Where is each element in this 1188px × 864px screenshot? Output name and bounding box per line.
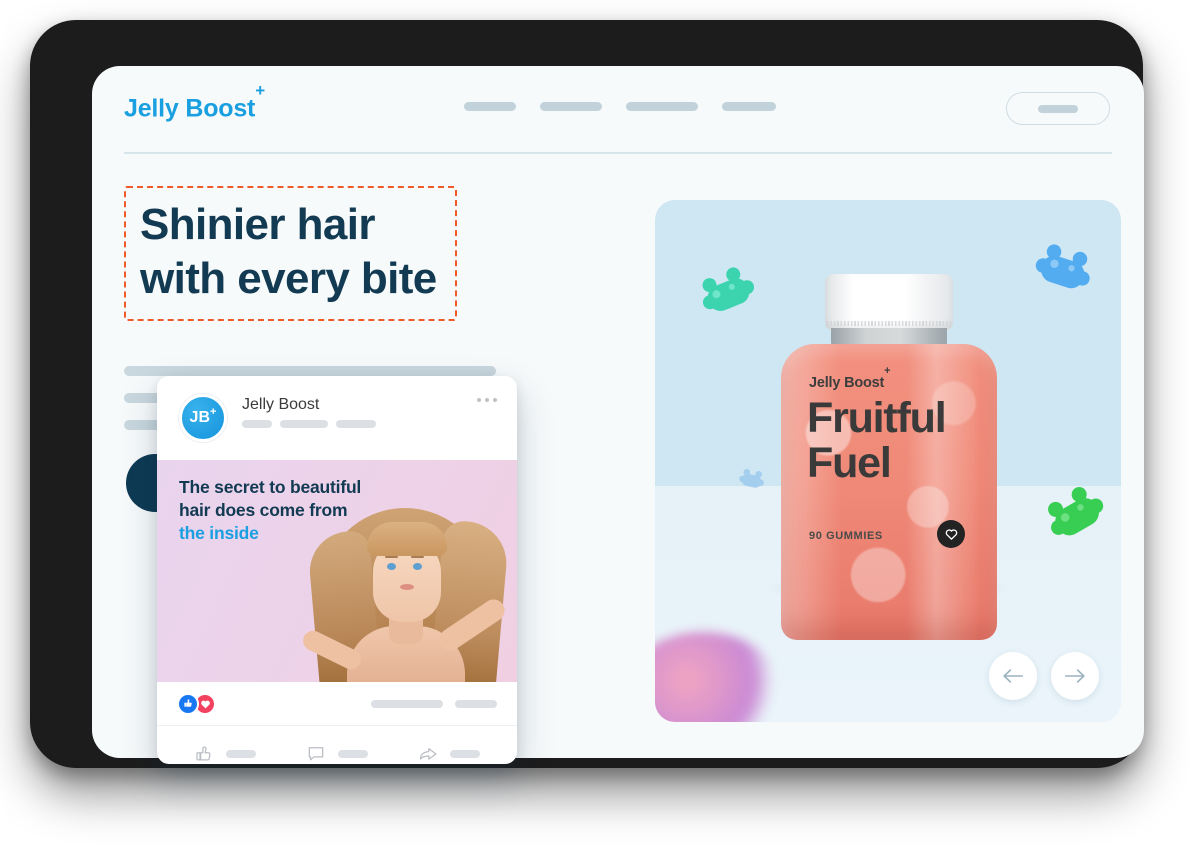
- avatar-superscript: +: [210, 405, 217, 418]
- header-cta-label-placeholder: [1038, 104, 1078, 113]
- hero-body-line-1: [124, 366, 496, 376]
- screenshot-stage: Jelly Boost+ Shinier hair with every bit…: [0, 0, 1188, 864]
- bottle-count: 90 GUMMIES: [809, 530, 883, 542]
- thumbs-up-icon: [183, 699, 192, 707]
- meta-placeholder-3: [336, 420, 376, 428]
- nav-item-2-placeholder[interactable]: [540, 102, 602, 111]
- meta-placeholder-1: [242, 420, 272, 428]
- main-nav: [464, 102, 776, 111]
- product-carousel-nav: [989, 652, 1099, 700]
- model-fringe: [367, 522, 447, 556]
- hero-text-column: Shinier hair with every bite: [124, 186, 544, 322]
- model-eye-left: [387, 563, 396, 570]
- post-reactions-bar: [157, 682, 517, 726]
- site-header: Jelly Boost+: [92, 66, 1144, 152]
- share-arrow-icon: [419, 747, 437, 760]
- social-post-card[interactable]: JB + Jelly Boost The secret to beautiful …: [157, 376, 517, 764]
- model-eye-right: [413, 563, 422, 570]
- model-lips: [400, 584, 414, 590]
- hero-headline[interactable]: Shinier hair with every bite: [140, 198, 437, 305]
- nav-item-4-placeholder[interactable]: [722, 102, 776, 111]
- bottle-brand-superscript: +: [884, 365, 891, 378]
- reaction-counts-placeholder: [371, 699, 497, 708]
- post-headline-line-1: The secret to beautiful: [179, 477, 362, 497]
- model-photo: [295, 502, 511, 682]
- comment-action[interactable]: [306, 744, 368, 764]
- share-action[interactable]: [418, 744, 480, 764]
- bottle-brand: Jelly Boost+: [809, 365, 891, 391]
- post-meta-placeholder-row-1: [242, 420, 376, 428]
- bottle-brand-text: Jelly Boost: [809, 374, 885, 391]
- kebab-dot-3: [493, 398, 497, 402]
- carousel-prev-button[interactable]: [989, 652, 1037, 700]
- header-divider: [124, 152, 1112, 154]
- post-media[interactable]: The secret to beautiful hair does come f…: [157, 460, 517, 682]
- heart-icon: [945, 529, 957, 540]
- nav-item-1-placeholder[interactable]: [464, 102, 516, 111]
- reaction-like[interactable]: [177, 692, 199, 715]
- heart-icon: [200, 700, 210, 708]
- bottle-body: Jelly Boost+ Fruitful Fuel 90 GUMMIES: [781, 344, 997, 640]
- social-card-header: JB + Jelly Boost: [157, 376, 517, 460]
- share-label-placeholder: [450, 750, 480, 758]
- bottle-title: Fruitful Fuel: [807, 394, 947, 488]
- carousel-next-button[interactable]: [1051, 652, 1099, 700]
- comment-icon: [308, 747, 324, 761]
- post-headline-accent: the inside: [179, 523, 259, 544]
- bottle-heart-badge: [937, 520, 965, 548]
- thumbs-up-outline-icon: [196, 746, 211, 761]
- brand-name: Jelly Boost: [124, 94, 256, 123]
- product-bottle[interactable]: Jelly Boost+ Fruitful Fuel 90 GUMMIES: [775, 274, 1003, 640]
- header-cta-button[interactable]: [1006, 92, 1110, 125]
- kebab-dot-2: [485, 398, 489, 402]
- brand-logo[interactable]: Jelly Boost+: [124, 81, 265, 123]
- like-action[interactable]: [194, 744, 256, 764]
- model-brow-left: [385, 555, 398, 558]
- meta-placeholder-2: [280, 420, 328, 428]
- product-showcase-panel: Jelly Boost+ Fruitful Fuel 90 GUMMIES: [655, 200, 1121, 722]
- nav-item-3-placeholder[interactable]: [626, 102, 698, 111]
- arrow-left-icon: [1003, 669, 1024, 683]
- kebab-dot-1: [477, 398, 481, 402]
- reaction-count-placeholder-1: [371, 699, 443, 708]
- gummy-bear-teal: [692, 259, 761, 323]
- headline-selection-box[interactable]: Shinier hair with every bite: [124, 186, 457, 322]
- post-actions-bar: [157, 726, 517, 764]
- reaction-count-placeholder-2: [455, 699, 497, 708]
- like-label-placeholder: [226, 750, 256, 758]
- kebab-menu-icon[interactable]: [477, 398, 497, 402]
- arrow-right-icon: [1064, 669, 1085, 683]
- gummy-bear-blue: [1029, 236, 1099, 300]
- bottle-cap: [825, 274, 953, 330]
- account-name[interactable]: Jelly Boost: [242, 396, 319, 414]
- avatar[interactable]: JB +: [179, 394, 227, 442]
- avatar-initials: JB: [189, 409, 210, 426]
- comment-label-placeholder: [338, 750, 368, 758]
- brand-superscript: +: [255, 80, 265, 100]
- model-brow-right: [411, 555, 424, 558]
